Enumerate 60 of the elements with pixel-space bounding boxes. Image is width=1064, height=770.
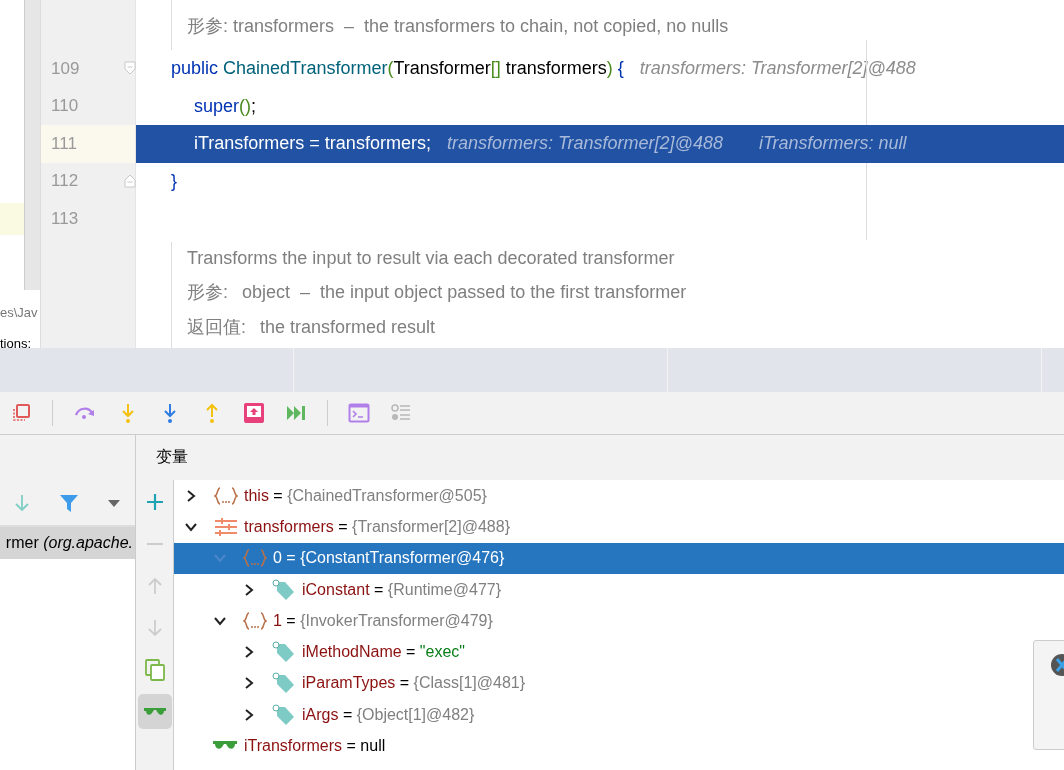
line-highlight xyxy=(0,203,24,235)
doc-line: 形参: transformers – the transformers to chain, not copied, no nulls xyxy=(187,15,729,38)
tag-icon xyxy=(272,641,296,664)
tag-icon xyxy=(272,703,296,726)
path-fragment: es\Jav xyxy=(0,305,38,320)
variable-entry: transformers = {Transformer[2]@488} xyxy=(244,517,510,536)
variable-row[interactable]: iConstant = {Runtime@477} xyxy=(174,573,1064,606)
code-line: public ChainedTransformer(Transformer[] transformers) { xyxy=(171,58,624,80)
down-arrow-icon[interactable] xyxy=(13,492,31,513)
fold-marker-icon[interactable] xyxy=(124,61,136,75)
braces-icon xyxy=(243,611,267,630)
glasses-icon xyxy=(143,707,166,716)
code-line: } xyxy=(171,170,177,192)
line-number: 111 xyxy=(51,133,77,154)
variable-entry: iMethodName = "exec" xyxy=(302,643,465,662)
braces-icon xyxy=(214,486,238,505)
dropdown-icon[interactable] xyxy=(107,497,121,508)
sliders-icon xyxy=(214,517,238,536)
variable-entry: iTransformers = null xyxy=(244,737,386,755)
line-number: 112 xyxy=(51,171,79,192)
variable-entry: this = {ChainedTransformer@505} xyxy=(244,486,487,505)
drop-frame-icon[interactable] xyxy=(243,402,265,424)
copy-icon xyxy=(142,657,167,682)
code-line: super(); xyxy=(194,95,257,117)
doc-line: 形参: object – the input object passed to the first transformer xyxy=(187,280,687,304)
line-number: 109 xyxy=(51,58,80,79)
line-number: 110 xyxy=(51,96,79,117)
line-number: 113 xyxy=(51,208,79,229)
scrollbar[interactable] xyxy=(24,0,40,290)
tag-icon xyxy=(272,672,296,695)
watches-button[interactable] xyxy=(137,694,172,729)
console-icon[interactable] xyxy=(348,402,370,424)
tag-icon xyxy=(272,578,296,601)
variable-row[interactable]: transformers = {Transformer[2]@488} xyxy=(174,511,1064,543)
variable-row[interactable]: 1 = {InvokerTransformer@479} xyxy=(174,605,1064,637)
stack-frame[interactable]: rmer (org.apache. xyxy=(0,527,135,559)
variable-row[interactable]: 0 = {ConstantTransformer@476} xyxy=(174,542,1064,574)
fold-marker-icon[interactable] xyxy=(124,173,136,188)
variables-title: 变量 xyxy=(156,447,188,467)
label-fragment: tions: xyxy=(0,336,32,348)
variable-entry: iArgs = {Object[1]@482} xyxy=(302,705,475,724)
variable-row[interactable]: iMethodName = "exec" xyxy=(174,636,1064,668)
doc-line: Transforms the input to result via each decorated transformer xyxy=(187,247,676,269)
braces-icon xyxy=(243,549,267,568)
inline-value-hint: transformers: Transformer[2]@488 xyxy=(446,133,723,155)
inline-value-hint: iTransformers: null xyxy=(758,133,907,155)
doc-line: 返回值: the transformed result xyxy=(187,315,437,339)
variable-entry: iConstant = {Runtime@477} xyxy=(302,580,502,599)
variable-entry: iParamTypes = {Class[1]@481} xyxy=(302,674,526,693)
code-line: iTransformers = transformers; xyxy=(194,133,431,155)
filter-icon[interactable] xyxy=(59,492,79,513)
variable-row[interactable]: iParamTypes = {Class[1]@481} xyxy=(174,667,1064,700)
variable-entry: 1 = {InvokerTransformer@479} xyxy=(273,611,493,630)
frames-icon[interactable] xyxy=(10,402,32,424)
minus-icon xyxy=(146,542,163,545)
variable-entry: 0 = {ConstantTransformer@476} xyxy=(273,549,505,568)
inline-value-hint: transformers: Transformer[2]@488 xyxy=(639,58,916,80)
variable-row[interactable]: iTransformers = null xyxy=(174,730,1064,762)
variable-row[interactable]: this = {ChainedTransformer@505} xyxy=(174,480,1064,512)
variable-row[interactable]: iArgs = {Object[1]@482} xyxy=(174,699,1064,731)
